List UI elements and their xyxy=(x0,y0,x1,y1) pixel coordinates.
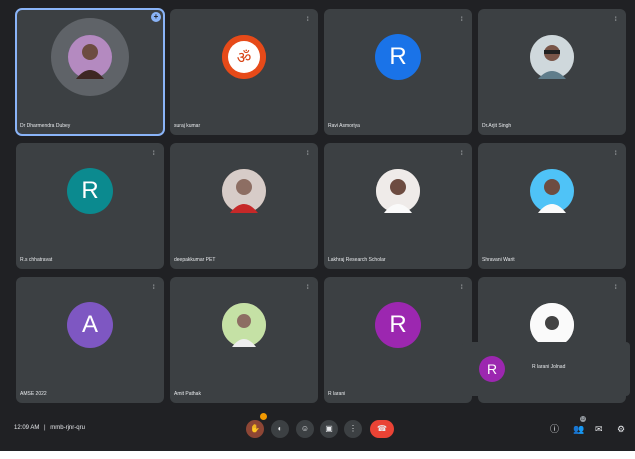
activities-icon[interactable]: ⚙ xyxy=(617,424,627,434)
participant-letter-avatar: R xyxy=(375,301,421,348)
separator: | xyxy=(44,425,46,431)
mic-muted-icon: ⁞ xyxy=(615,285,617,291)
present-button[interactable]: ▣ xyxy=(320,420,338,438)
participant-letter-avatar: R xyxy=(67,167,113,214)
participant-tile[interactable]: ⁞ Shravani Warit xyxy=(478,143,626,269)
mic-muted-icon: ⁞ xyxy=(461,17,463,23)
people-icon[interactable]: 👥 xyxy=(573,424,584,434)
participant-name: suraj kumar xyxy=(174,123,201,129)
self-view-tile[interactable]: R R larani Jolnad xyxy=(462,342,630,396)
participant-photo-avatar xyxy=(530,168,574,213)
participant-name: Dr.Arjit Singh xyxy=(482,123,512,129)
mic-muted-icon: ⁞ xyxy=(153,151,155,157)
participant-photo-avatar: ॐ xyxy=(222,34,266,79)
participant-name: Amit Pathak xyxy=(174,391,201,397)
bottom-control-bar: 12:09 AM | mmb-rjnr-qru ✋ ◐ ☺ ▣ ⋮ ☎ ⓘ 👥 … xyxy=(0,408,635,451)
participant-tile[interactable]: R ⁞ R.s chhatravat xyxy=(16,143,164,269)
participant-letter-avatar: A xyxy=(67,301,113,348)
info-icon[interactable]: ⓘ xyxy=(550,424,560,434)
mic-muted-icon: ⁞ xyxy=(461,151,463,157)
frame-edge xyxy=(0,451,635,459)
mic-muted-icon: ⁞ xyxy=(307,285,309,291)
participant-tile[interactable]: ⁞ Dr.Arjit Singh xyxy=(478,9,626,135)
participant-tile[interactable]: ⁞ deepakkumar PET xyxy=(170,143,318,269)
chat-icon[interactable]: ✉ xyxy=(595,424,605,434)
meeting-info: 12:09 AM | mmb-rjnr-qru xyxy=(14,425,85,431)
participant-photo-avatar xyxy=(530,302,574,347)
mic-muted-icon: ⁞ xyxy=(615,151,617,157)
participant-photo-avatar xyxy=(530,34,574,79)
participant-name: R.s chhatravat xyxy=(20,257,53,263)
captions-button[interactable]: ◐ xyxy=(271,420,289,438)
participant-tile[interactable]: A ⁞ AMSE 2022 xyxy=(16,277,164,403)
participant-name: Ravi Asmoriya xyxy=(328,123,360,129)
participant-name: R larani xyxy=(328,391,346,397)
participant-tile[interactable]: + Dr Dharmendra Dubey xyxy=(15,8,165,136)
participant-tile[interactable]: R ⁞ R larani xyxy=(324,277,472,403)
participant-tile[interactable]: ⁞ Amit Pathak xyxy=(170,277,318,403)
self-view-name: R larani Jolnad xyxy=(532,364,566,370)
svg-text:ॐ: ॐ xyxy=(237,48,252,67)
participant-photo-avatar xyxy=(222,302,266,347)
participant-name: Lakhraj Research Scholar xyxy=(328,257,386,263)
notification-dot xyxy=(260,413,267,420)
meeting-code: mmb-rjnr-qru xyxy=(50,425,85,431)
mic-muted-icon: ⁞ xyxy=(307,17,309,23)
participant-tile[interactable]: ॐ ⁞ suraj kumar xyxy=(170,9,318,135)
more-options-icon[interactable]: ⋮ xyxy=(344,420,362,438)
reactions-button[interactable]: ☺ xyxy=(296,420,314,438)
participant-name: Dr Dharmendra Dubey xyxy=(20,123,71,129)
pin-icon[interactable]: + xyxy=(151,12,161,22)
participants-count-badge: 12 xyxy=(580,416,586,422)
participant-photo-avatar xyxy=(68,34,112,79)
participant-letter-avatar: R xyxy=(375,33,421,80)
participant-tile[interactable]: ⁞ Lakhraj Research Scholar xyxy=(324,143,472,269)
leave-call-button[interactable]: ☎ xyxy=(370,420,394,438)
participant-photo-avatar xyxy=(222,168,266,213)
mic-muted-icon: ⁞ xyxy=(461,285,463,291)
mic-muted-icon: ⁞ xyxy=(153,285,155,291)
mic-muted-icon: ⁞ xyxy=(615,17,617,23)
self-view-avatar: R xyxy=(479,356,505,382)
participant-name: deepakkumar PET xyxy=(174,257,216,263)
clock-time: 12:09 AM xyxy=(14,425,40,431)
participant-name: Shravani Warit xyxy=(482,257,515,263)
raise-hand-button[interactable]: ✋ xyxy=(246,420,264,438)
participant-photo-avatar xyxy=(376,168,420,213)
participant-tile[interactable]: R ⁞ Ravi Asmoriya xyxy=(324,9,472,135)
mic-muted-icon: ⁞ xyxy=(307,151,309,157)
participant-name: AMSE 2022 xyxy=(20,391,47,397)
